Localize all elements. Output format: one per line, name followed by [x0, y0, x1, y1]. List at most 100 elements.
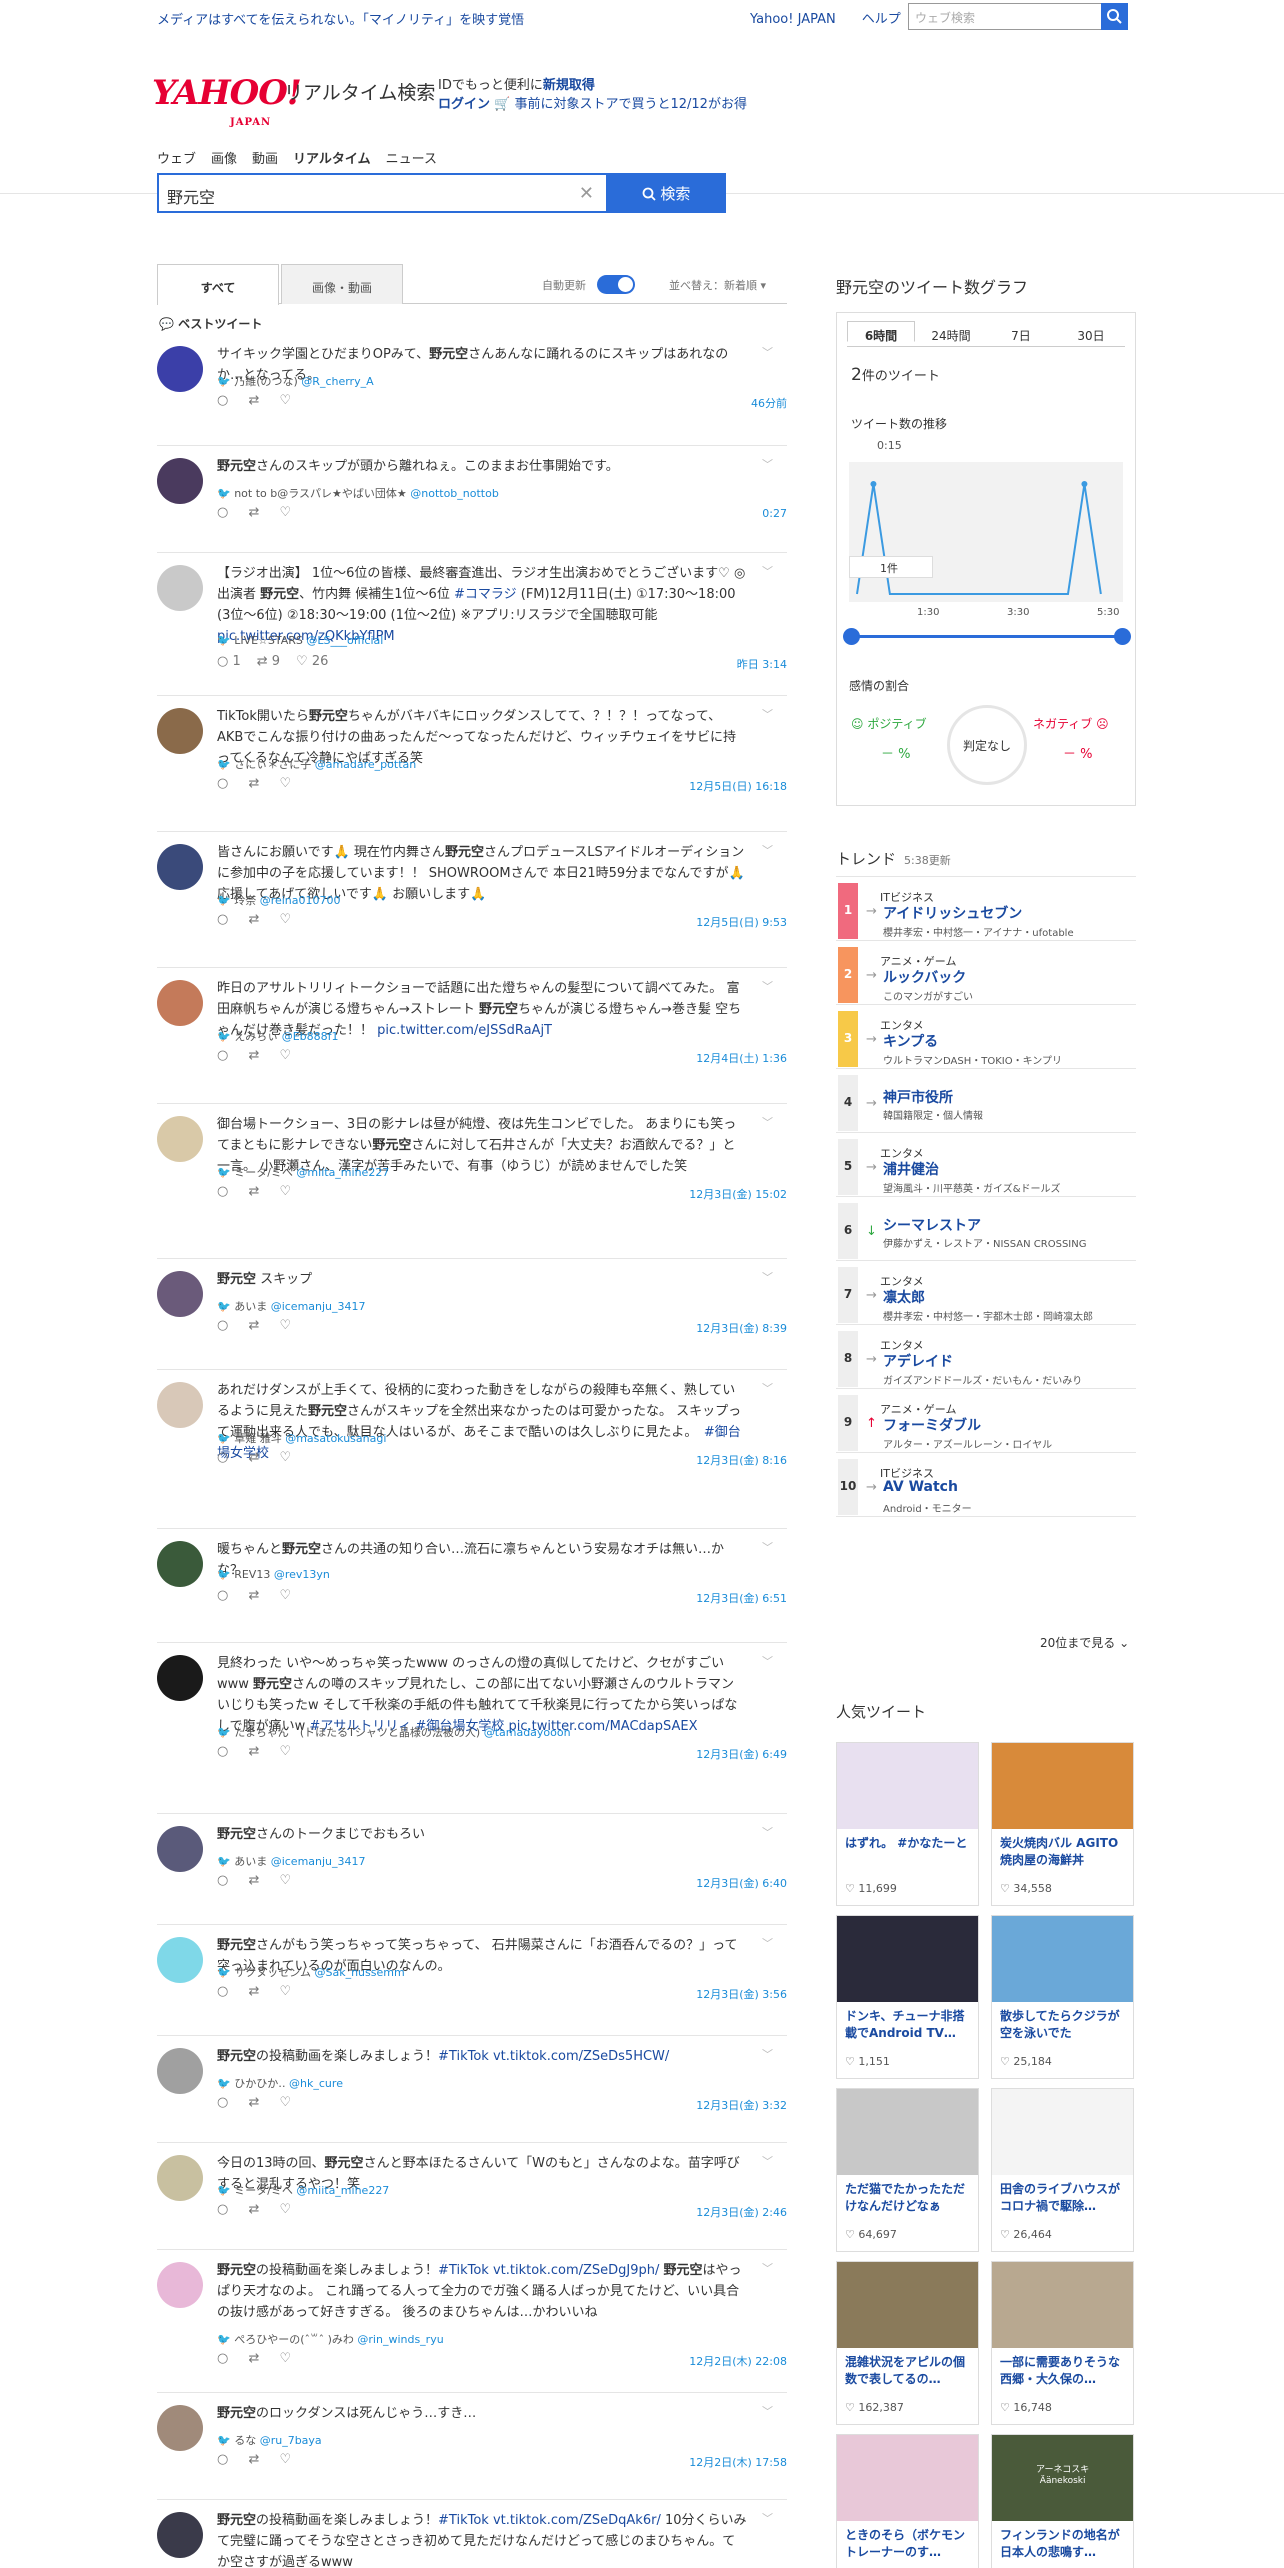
retweet-icon[interactable]: ⇄: [248, 393, 263, 408]
avatar[interactable]: [157, 2512, 203, 2558]
search-button[interactable]: 検索: [606, 173, 726, 213]
auto-update-toggle[interactable]: [597, 275, 635, 294]
nav-news[interactable]: ニュース: [386, 152, 437, 167]
chevron-down-icon[interactable]: ﹀: [762, 2403, 773, 2419]
like-icon[interactable]: ♡: [280, 2202, 292, 2217]
retweet-icon[interactable]: ⇄: [248, 1184, 263, 1199]
tweet-image[interactable]: [837, 1916, 978, 2002]
nav-image[interactable]: 画像: [211, 152, 237, 167]
login-link[interactable]: ログイン: [438, 97, 490, 112]
nav-video[interactable]: 動画: [252, 152, 278, 167]
like-icon[interactable]: ♡: [280, 393, 292, 408]
avatar[interactable]: [157, 1655, 203, 1701]
popular-tweet-title[interactable]: ときのそら（ボケモントレーナーのす…: [845, 2527, 975, 2563]
trend-item[interactable]: 2 アニメ・ゲーム → ルックバック このマンガがすごい: [836, 941, 1136, 1005]
chevron-down-icon[interactable]: ﹀: [762, 1935, 773, 1951]
tab-6h[interactable]: 6時間: [847, 321, 915, 343]
nav-realtime[interactable]: リアルタイム: [293, 152, 371, 167]
tweet-time[interactable]: 12月3日(金) 6:40: [696, 1875, 787, 1891]
retweet-icon[interactable]: ⇄: [248, 1318, 263, 1333]
like-icon[interactable]: ♡: [280, 1744, 292, 1759]
like-icon[interactable]: ♡: [280, 1873, 292, 1888]
retweet-icon[interactable]: ⇄: [248, 1450, 263, 1465]
popular-tweet-card[interactable]: アーネコスキÄänekoskiフィンランドの地名が日本人の悲鳴す…♡ 10,33…: [991, 2434, 1134, 2568]
like-icon[interactable]: ♡ 26: [296, 654, 328, 669]
yahoo-logo[interactable]: YAHOO! JAPAN: [152, 76, 302, 128]
popular-tweet-card[interactable]: 一部に需要ありそうな西郷・大久保の… ♡ 16,748: [991, 2261, 1134, 2425]
avatar[interactable]: [157, 565, 203, 611]
tweet-image[interactable]: [992, 2089, 1133, 2175]
reply-icon[interactable]: ○: [217, 393, 232, 408]
avatar[interactable]: [157, 844, 203, 890]
tweet-user[interactable]: 🐦 not to b@ラスパレ★やばい団体★ @nottob_nottob: [217, 485, 499, 501]
popular-tweet-card[interactable]: 混雑状況をアピルの個数で表してるの… ♡ 162,387: [836, 2261, 979, 2425]
popular-tweet-card[interactable]: ただ猫でたかったただけなんだけどなぁ ♡ 64,697: [836, 2088, 979, 2252]
search-input[interactable]: 野元空 ✕: [157, 173, 606, 213]
popular-tweet-title[interactable]: 田舎のライブハウスがコロナ禍で駆除…: [1000, 2181, 1130, 2217]
promo-link[interactable]: メディアはすべてを伝えられない。「マイノリティ」を映す覚悟: [157, 9, 524, 28]
reply-icon[interactable]: ○: [217, 1184, 232, 1199]
avatar[interactable]: [157, 2262, 203, 2308]
chevron-down-icon[interactable]: ﹀: [762, 1653, 773, 1669]
avatar[interactable]: [157, 2048, 203, 2094]
more-trends-link[interactable]: 20位まで見る ⌄: [1040, 1634, 1129, 1651]
web-search-input[interactable]: ウェブ検索: [908, 3, 1102, 30]
tab-all[interactable]: すべて: [157, 264, 279, 305]
reply-icon[interactable]: ○: [217, 776, 232, 791]
avatar[interactable]: [157, 1826, 203, 1872]
tweet-user[interactable]: 🐦 LIVE☆STARS @LS___official: [217, 634, 383, 647]
tweet-user[interactable]: 🐦 ミータ/ミへ @miita_mihe227: [217, 1164, 389, 1180]
trend-item[interactable]: 6 ↓ シーマレストア 伊藤かずえ・レストア・NISSAN CROSSING: [836, 1197, 1136, 1261]
tab-30d[interactable]: 30日: [1057, 327, 1125, 344]
trend-item[interactable]: 8 エンタメ → アデレイド ガイズアンドドールズ・だいもん・だいみり: [836, 1325, 1136, 1389]
like-icon[interactable]: ♡: [280, 2095, 292, 2110]
chevron-down-icon[interactable]: ﹀: [762, 2510, 773, 2526]
tweet-user[interactable]: 🐦 草薙 雅斗 @masatokusanagi: [217, 1430, 386, 1446]
trend-name[interactable]: 神戸市役所: [883, 1087, 953, 1107]
like-icon[interactable]: ♡: [280, 776, 292, 791]
popular-tweet-title[interactable]: 一部に需要ありそうな西郷・大久保の…: [1000, 2354, 1130, 2390]
retweet-icon[interactable]: ⇄: [248, 1744, 263, 1759]
trend-item[interactable]: 4 → 神戸市役所 韓国籍限定・個人情報: [836, 1069, 1136, 1133]
sort-select[interactable]: 並べ替え：新着順 ▾: [669, 277, 766, 293]
like-icon[interactable]: ♡: [280, 1450, 292, 1465]
tweet-image[interactable]: [837, 2262, 978, 2348]
chevron-down-icon[interactable]: ﹀: [762, 1824, 773, 1840]
range-slider[interactable]: [843, 628, 1131, 645]
avatar[interactable]: [157, 1271, 203, 1317]
reply-icon[interactable]: ○ 1: [217, 654, 241, 669]
tweet-user[interactable]: 🐦 玲奈 @reina010700: [217, 892, 341, 908]
avatar[interactable]: [157, 2155, 203, 2201]
tweet-image[interactable]: [992, 2262, 1133, 2348]
like-icon[interactable]: ♡: [280, 1588, 292, 1603]
avatar[interactable]: [157, 1382, 203, 1428]
like-icon[interactable]: ♡: [280, 1318, 292, 1333]
chevron-down-icon[interactable]: ﹀: [762, 456, 773, 472]
avatar[interactable]: [157, 1116, 203, 1162]
reply-icon[interactable]: ○: [217, 1873, 232, 1888]
trend-item[interactable]: 10 ITビジネス → AV Watch Android・モニター: [836, 1453, 1136, 1517]
tweet-image[interactable]: [992, 1743, 1133, 1829]
store-promo-link[interactable]: 🛒 事前に対象ストアで買うと12/12がお得: [494, 97, 747, 112]
popular-tweet-card[interactable]: 炭火焼肉バル AGITO 焼肉屋の海鮮丼 ♡ 34,558: [991, 1742, 1134, 1906]
tweet-time[interactable]: 昨日 3:14: [737, 656, 787, 672]
reply-icon[interactable]: ○: [217, 1450, 232, 1465]
tweet-user[interactable]: 🐦 ひかひか‥ @hk_cure: [217, 2075, 343, 2091]
slider-handle-left[interactable]: [843, 628, 860, 645]
tab-24h[interactable]: 24時間: [917, 327, 985, 344]
tweet-user[interactable]: 🐦 あいま @icemanju_3417: [217, 1298, 366, 1314]
chevron-down-icon[interactable]: ﹀: [762, 2046, 773, 2062]
slider-handle-right[interactable]: [1114, 628, 1131, 645]
clear-icon[interactable]: ✕: [579, 183, 594, 204]
tweet-time[interactable]: 12月2日(木) 17:58: [689, 2454, 787, 2470]
tweet-image[interactable]: [837, 2089, 978, 2175]
trend-name[interactable]: 凛太郎: [883, 1287, 925, 1307]
signup-link[interactable]: 新規取得: [543, 78, 595, 93]
reply-icon[interactable]: ○: [217, 2452, 232, 2467]
web-search-button[interactable]: [1101, 3, 1128, 30]
reply-icon[interactable]: ○: [217, 505, 232, 520]
tweet-user[interactable]: 🐦 サクヌッセンム @Sak_nussemm: [217, 1964, 405, 1980]
avatar[interactable]: [157, 980, 203, 1026]
retweet-icon[interactable]: ⇄: [248, 776, 263, 791]
retweet-icon[interactable]: ⇄ 9: [257, 654, 280, 669]
